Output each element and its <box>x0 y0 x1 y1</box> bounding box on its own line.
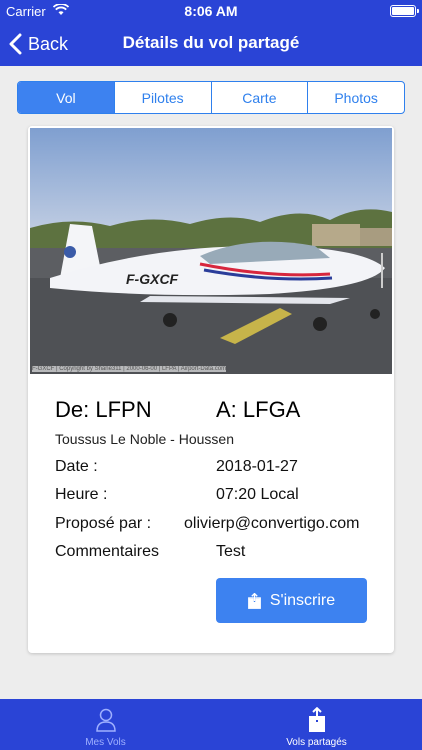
photo-caption: F-GXCF | Copyright by Shane311 | 2000-06… <box>32 366 227 372</box>
share-icon <box>308 707 325 732</box>
tab-carte[interactable]: Carte <box>210 82 308 113</box>
tab-vols-partages-label: Vols partagés <box>286 737 347 748</box>
tab-vol[interactable]: Vol <box>18 82 114 113</box>
tab-photos[interactable]: Photos <box>307 82 404 113</box>
time-value: 07:20 Local <box>216 486 299 503</box>
proposer-label: Proposé par : <box>55 515 152 532</box>
navigation-bar: Back Détails du vol partagé <box>0 22 422 66</box>
date-label: Date : <box>55 458 98 475</box>
tab-mes-vols[interactable]: Mes Vols <box>0 699 211 750</box>
date-value: 2018-01-27 <box>216 458 298 475</box>
arrival-airport: A: LFGA <box>216 397 301 422</box>
route-names: Toussus Le Noble - Houssen <box>55 431 234 447</box>
flight-card: F-GXCF F-GXCF | Copyright by Shane311 | … <box>28 126 394 653</box>
time-label: Heure : <box>55 486 108 503</box>
person-icon <box>95 708 116 732</box>
status-bar: Carrier 8:06 AM <box>0 0 422 22</box>
comments-value: Test <box>216 543 246 560</box>
tab-mes-vols-label: Mes Vols <box>85 737 126 748</box>
bottom-tab-bar: Mes Vols Vols partagés <box>0 699 422 750</box>
share-icon <box>247 592 261 609</box>
proposer-value: olivierp@convertigo.com <box>184 515 360 532</box>
tab-pilotes[interactable]: Pilotes <box>113 82 211 113</box>
comments-label: Commentaires <box>55 543 160 560</box>
aircraft-photo: F-GXCF F-GXCF | Copyright by Shane311 | … <box>30 128 392 374</box>
signup-button[interactable]: S'inscrire <box>216 578 367 623</box>
segmented-tabs: Vol Pilotes Carte Photos <box>17 81 405 114</box>
signup-label: S'inscrire <box>269 591 336 609</box>
departure-airport: De: LFPN <box>55 397 152 422</box>
clock: 8:06 AM <box>184 3 238 19</box>
top-bar: Carrier 8:06 AM Back Détails du vol part… <box>0 0 422 66</box>
aircraft-registration-text: F-GXCF <box>126 271 179 287</box>
page-title: Détails du vol partagé <box>122 33 300 52</box>
tab-vols-partages[interactable]: Vols partagés <box>211 699 422 750</box>
battery-icon <box>390 5 419 17</box>
